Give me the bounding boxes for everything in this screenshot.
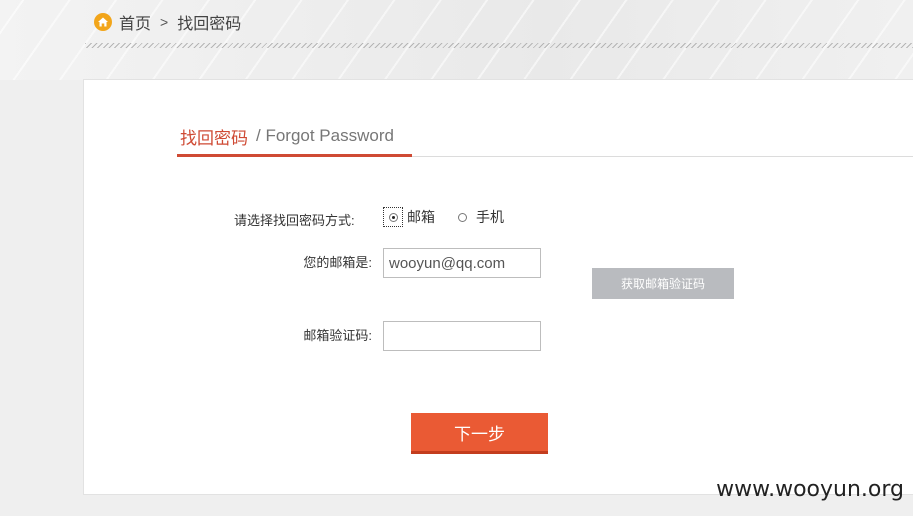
breadcrumb: 首页 > 找回密码 [94,10,241,34]
email-field[interactable] [383,248,541,278]
home-icon[interactable] [94,13,112,31]
radio-email-label[interactable]: 邮箱 [407,207,435,227]
page-title-row: 找回密码 / Forgot Password [177,118,913,157]
verification-code-field[interactable] [383,321,541,351]
breadcrumb-current: 找回密码 [177,16,242,33]
get-code-button[interactable]: 获取邮箱验证码 [592,268,734,299]
divider [85,43,913,48]
watermark: www.wooyun.org [716,477,904,502]
next-step-button[interactable]: 下一步 [411,413,548,454]
breadcrumb-separator: > [160,14,169,30]
recovery-method-radio-group: 邮箱 手机 [383,206,522,228]
method-label: 请选择找回密码方式: [234,213,355,228]
radio-email[interactable] [383,207,403,227]
page-title: 找回密码 / Forgot Password [177,118,412,157]
code-label: 邮箱验证码: [303,328,372,343]
radio-phone[interactable] [453,208,471,226]
radio-email-circle [388,212,398,222]
email-label: 您的邮箱是: [303,255,372,270]
radio-phone-circle [457,212,467,222]
radio-phone-label[interactable]: 手机 [476,207,504,227]
page-title-cn: 找回密码 [180,128,248,148]
page-title-en: / Forgot Password [256,126,394,145]
breadcrumb-home-link[interactable]: 首页 [119,10,151,34]
